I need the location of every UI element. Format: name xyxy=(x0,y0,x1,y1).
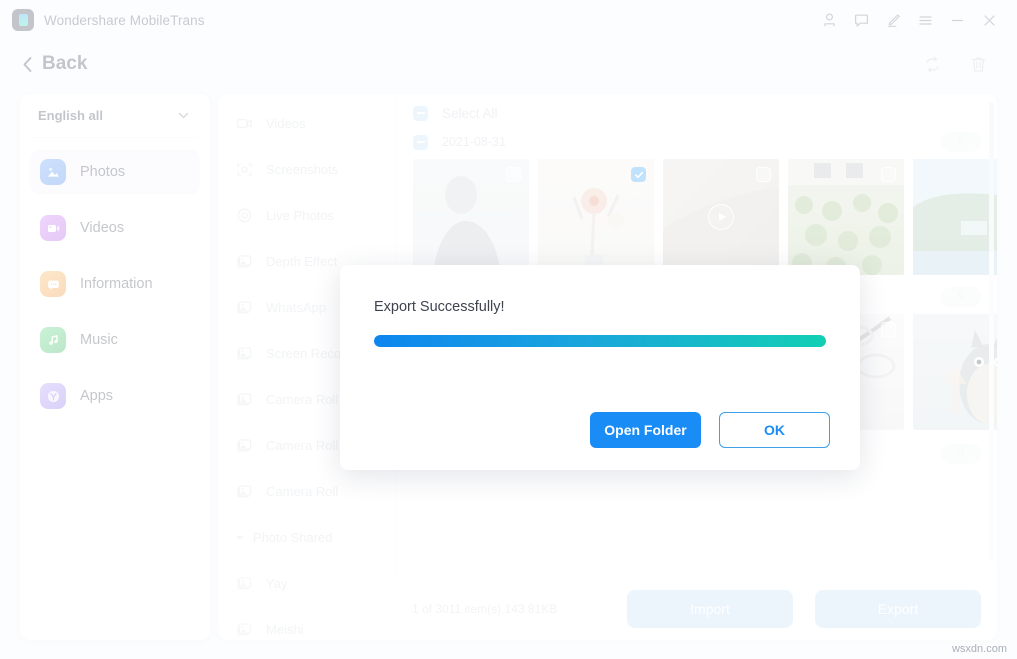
watermark: wsxdn.com xyxy=(952,643,1007,655)
application-window: Wondershare MobileTrans xyxy=(0,0,1017,659)
export-success-dialog: Export Successfully! Open Folder OK xyxy=(340,265,860,470)
dialog-title: Export Successfully! xyxy=(374,299,826,315)
open-folder-button[interactable]: Open Folder xyxy=(590,412,701,448)
dialog-actions: Open Folder OK xyxy=(590,412,830,448)
progress-bar-fill xyxy=(374,335,826,347)
ok-button[interactable]: OK xyxy=(719,412,830,448)
progress-bar-track xyxy=(374,335,826,347)
